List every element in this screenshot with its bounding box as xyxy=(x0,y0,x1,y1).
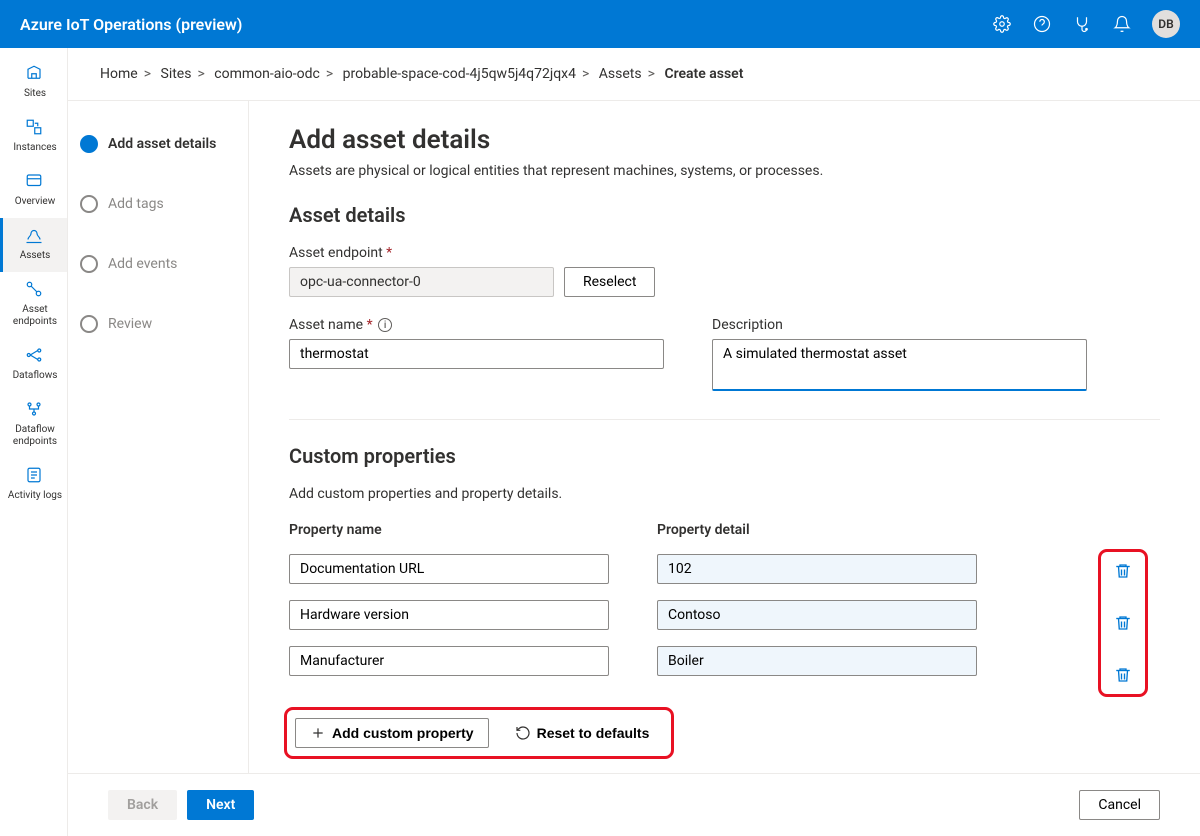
nav-dataflow-endpoints[interactable]: Dataflow endpoints xyxy=(0,392,67,458)
next-button[interactable]: Next xyxy=(187,790,254,820)
property-name-input[interactable] xyxy=(289,554,609,584)
property-detail-header: Property detail xyxy=(657,522,977,538)
property-detail-input[interactable] xyxy=(657,600,977,630)
add-custom-property-button[interactable]: Add custom property xyxy=(295,718,489,748)
wizard-steps: Add asset details Add tags Add events Re… xyxy=(68,101,248,773)
crumb-resource[interactable]: common-aio-odc xyxy=(214,66,320,82)
crumb-assets[interactable]: Assets xyxy=(599,66,642,82)
property-detail-input[interactable] xyxy=(657,554,977,584)
trash-icon xyxy=(1114,562,1132,580)
asset-name-label: Asset name * i xyxy=(289,317,664,333)
reselect-button[interactable]: Reselect xyxy=(564,267,655,297)
step-review[interactable]: Review xyxy=(80,305,236,343)
settings-icon[interactable] xyxy=(992,14,1012,34)
custom-properties-grid: Property name Property detail xyxy=(289,522,1085,676)
step-add-tags[interactable]: Add tags xyxy=(80,185,236,245)
help-icon[interactable] xyxy=(1032,14,1052,34)
info-icon[interactable]: i xyxy=(378,318,392,332)
topbar-actions: DB xyxy=(992,10,1180,38)
product-title: Azure IoT Operations (preview) xyxy=(20,15,992,34)
overview-icon xyxy=(25,172,45,192)
instances-icon xyxy=(25,118,45,138)
nav-asset-endpoints[interactable]: Asset endpoints xyxy=(0,272,67,338)
property-detail-input[interactable] xyxy=(657,646,977,676)
step-indicator-icon xyxy=(80,315,98,333)
nav-activity-logs[interactable]: Activity logs xyxy=(0,458,67,512)
form-area: Add asset details Assets are physical or… xyxy=(248,101,1200,773)
nav-assets[interactable]: Assets xyxy=(0,218,67,272)
description-label: Description xyxy=(712,317,1087,333)
custom-properties-title: Custom properties xyxy=(289,444,1160,468)
crumb-current: Create asset xyxy=(664,66,743,82)
step-indicator-icon xyxy=(80,195,98,213)
step-add-asset-details[interactable]: Add asset details xyxy=(80,125,236,185)
trash-icon xyxy=(1114,666,1132,684)
crumb-home[interactable]: Home xyxy=(100,66,138,82)
cancel-button[interactable]: Cancel xyxy=(1079,790,1160,820)
trash-icon xyxy=(1114,614,1132,632)
asset-details-title: Asset details xyxy=(289,203,1160,227)
delete-property-button[interactable] xyxy=(1110,662,1136,688)
user-avatar[interactable]: DB xyxy=(1152,10,1180,38)
reset-icon xyxy=(515,725,531,741)
delete-property-button[interactable] xyxy=(1110,558,1136,584)
asset-endpoint-value: opc-ua-connector-0 xyxy=(289,267,554,297)
breadcrumb: Home> Sites> common-aio-odc> probable-sp… xyxy=(68,48,1200,100)
property-name-header: Property name xyxy=(289,522,609,538)
step-add-events[interactable]: Add events xyxy=(80,245,236,305)
asset-endpoint-label: Asset endpoint * xyxy=(289,245,1160,261)
wizard-footer: Back Next Cancel xyxy=(68,773,1200,836)
delete-buttons-highlight xyxy=(1101,552,1145,694)
page-description: Assets are physical or logical entities … xyxy=(289,163,1160,179)
crumb-sites[interactable]: Sites xyxy=(161,66,192,82)
nav-sites[interactable]: Sites xyxy=(0,56,67,110)
nav-dataflows[interactable]: Dataflows xyxy=(0,338,67,392)
dataflow-endpoints-icon xyxy=(25,400,45,420)
top-bar: Azure IoT Operations (preview) DB xyxy=(0,0,1200,48)
divider xyxy=(289,419,1160,420)
step-indicator-icon xyxy=(80,135,98,153)
left-nav: Sites Instances Overview Assets Asset en… xyxy=(0,48,68,836)
property-name-input[interactable] xyxy=(289,600,609,630)
back-button: Back xyxy=(108,790,177,820)
nav-instances[interactable]: Instances xyxy=(0,110,67,164)
diagnostics-icon[interactable] xyxy=(1072,14,1092,34)
page-title: Add asset details xyxy=(289,125,1160,155)
plus-icon xyxy=(310,725,326,741)
activity-logs-icon xyxy=(25,466,45,486)
property-actions-highlight: Add custom property Reset to defaults xyxy=(289,712,669,754)
sites-icon xyxy=(25,64,45,84)
step-indicator-icon xyxy=(80,255,98,273)
custom-properties-description: Add custom properties and property detai… xyxy=(289,486,1160,502)
crumb-instance[interactable]: probable-space-cod-4j5qw5j4q72jqx4 xyxy=(343,66,576,82)
nav-overview[interactable]: Overview xyxy=(0,164,67,218)
dataflows-icon xyxy=(25,346,45,366)
reset-defaults-button[interactable]: Reset to defaults xyxy=(501,719,664,747)
delete-property-button[interactable] xyxy=(1110,610,1136,636)
asset-endpoints-icon xyxy=(25,280,45,300)
notifications-icon[interactable] xyxy=(1112,14,1132,34)
description-input[interactable] xyxy=(712,339,1087,391)
asset-name-input[interactable] xyxy=(289,339,664,369)
assets-icon xyxy=(25,226,45,246)
property-name-input[interactable] xyxy=(289,646,609,676)
